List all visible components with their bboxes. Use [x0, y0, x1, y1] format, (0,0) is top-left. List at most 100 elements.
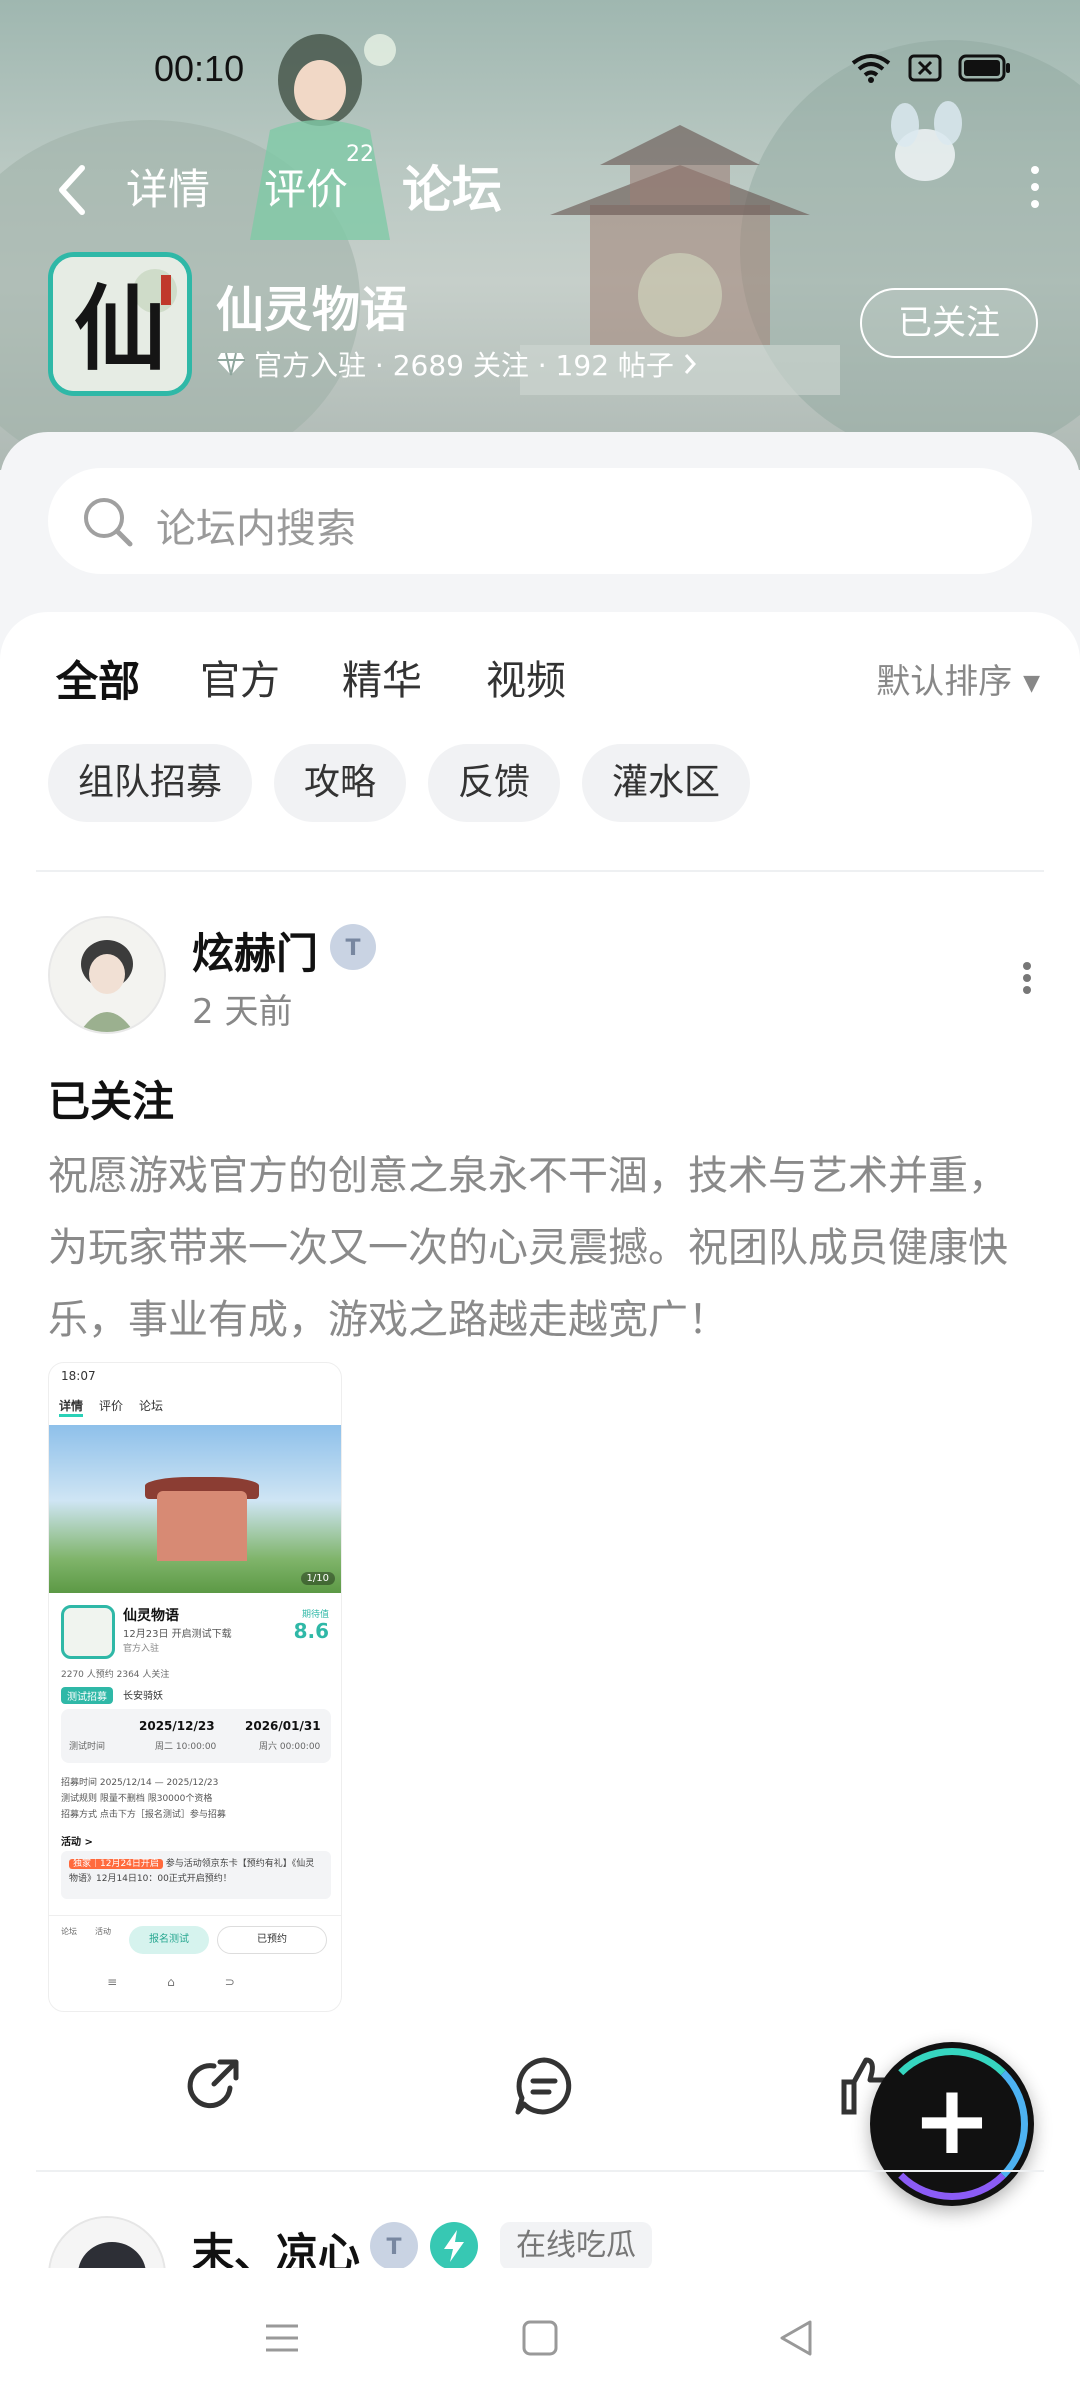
filter-tab-all[interactable]: 全部 — [56, 648, 141, 713]
thumb-activity-label: 活动 > — [61, 1837, 93, 1848]
thumb-nav: 详情 评价 论坛 — [59, 1397, 163, 1417]
caret-down-icon: ▼ — [1023, 671, 1040, 696]
tab-detail[interactable]: 详情 — [126, 156, 210, 217]
back-arrow-icon[interactable] — [52, 160, 92, 220]
sort-label: 默认排序 — [876, 662, 1013, 702]
svg-text:T: T — [386, 2235, 401, 2260]
filter-tab-featured[interactable]: 精华 — [342, 648, 422, 706]
chip-feedback[interactable]: 反馈 — [428, 744, 561, 822]
post-more-icon[interactable] — [1020, 960, 1034, 996]
thumb-row: 测试规则 限量不删档 限30000个资格 — [61, 1794, 213, 1804]
avatar[interactable] — [48, 916, 166, 1034]
tab-review-label: 评价 — [264, 165, 349, 214]
sort-dropdown[interactable]: 默认排序 ▼ — [876, 654, 1040, 703]
game-info-bar: 仙 仙灵物语 官方入驻 · 2689 关注 · 192 帖子 已关注 — [48, 252, 1038, 402]
chevron-right-icon — [684, 354, 696, 374]
svg-text:仙: 仙 — [74, 275, 166, 383]
level-badge-icon: T — [370, 2222, 418, 2270]
battery-icon — [958, 54, 1010, 82]
status-time: 00:10 — [154, 48, 245, 89]
user-title-tag: 在线吃瓜 — [500, 2222, 652, 2270]
thumb-reserved-button: 已预约 — [217, 1926, 327, 1954]
thumb-test-time-label: 测试时间 — [69, 1742, 106, 1752]
post-body[interactable]: 祝愿游戏官方的创意之泉永不干涸，技术与艺术并重，为玩家带来一次又一次的心灵震撼。… — [48, 1140, 1028, 1356]
thumb-tab-review: 评价 — [99, 1399, 124, 1413]
review-count-badge: 22 — [346, 142, 375, 167]
thumb-tab-forum: 论坛 — [139, 1399, 164, 1413]
thumb-start-date: 2025/12/23 — [139, 1719, 215, 1733]
post-time: 2 天前 — [192, 992, 293, 1032]
thumb-row: 招募方式 点击下方［报名测试］参与招募 — [61, 1810, 226, 1820]
thumb-signup-button: 报名测试 — [129, 1926, 209, 1954]
thumb-tab-detail: 详情 — [59, 1397, 84, 1417]
chip-guide[interactable]: 攻略 — [274, 744, 407, 822]
thumb-bottom-activity: 活动 — [95, 1927, 111, 1936]
avatar-image — [50, 918, 164, 1032]
thumb-official: 官方入驻 — [123, 1644, 160, 1654]
thumb-event: 独家｜12月24日开启 参与活动领京东卡【预约有礼】《仙灵物语》12月14日10… — [61, 1851, 331, 1899]
thumb-counts: 2270 人预约 2364 人关注 — [61, 1670, 170, 1680]
post-image-thumbnail[interactable]: 18:07 详情 评价 论坛 1/10 仙灵物语 12月23日 开启测试下载 官… — [48, 1362, 342, 2012]
system-navigation-bar — [0, 2268, 1080, 2400]
thumb-event-hot: 独家｜12月24日开启 — [69, 1859, 163, 1869]
thumb-banner: 1/10 — [49, 1425, 341, 1593]
divider — [36, 2170, 1044, 2172]
thumb-test-name: 长安骑妖 — [123, 1691, 163, 1702]
create-post-button[interactable]: + — [870, 2042, 1034, 2206]
thumb-end-time: 周六 00:00:00 — [259, 1742, 321, 1752]
thumb-score: 8.6 — [293, 1619, 329, 1643]
share-icon[interactable] — [180, 2054, 244, 2118]
wifi-icon — [851, 54, 891, 83]
plus-icon: + — [911, 2064, 993, 2176]
search-icon — [84, 498, 133, 547]
divider — [36, 870, 1044, 872]
forum-search-input[interactable]: 论坛内搜索 — [48, 468, 1032, 574]
search-placeholder: 论坛内搜索 — [156, 506, 356, 552]
status-icons — [850, 52, 1012, 84]
game-app-icon[interactable]: 仙 — [48, 252, 192, 396]
menu-icon[interactable] — [258, 2314, 306, 2362]
forum-filter-tabs: 全部 官方 精华 视频 默认排序 ▼ — [0, 640, 1080, 720]
svg-text:T: T — [345, 936, 360, 961]
game-meta-text: 官方入驻 · 2689 关注 · 192 帖子 — [254, 349, 674, 382]
more-vertical-icon[interactable] — [1026, 162, 1044, 212]
thumb-start-time: 周二 10:00:00 — [155, 1742, 217, 1752]
category-chips: 组队招募 攻略 反馈 灌水区 — [48, 744, 751, 822]
filter-tab-all-label: 全部 — [56, 657, 141, 706]
thumb-date-line: 12月23日 开启测试下载 — [123, 1629, 232, 1640]
thumb-temple — [157, 1491, 247, 1561]
thumb-row: 招募时间 2025/12/14 — 2025/12/23 — [61, 1778, 219, 1788]
thumb-game-icon — [61, 1605, 115, 1659]
game-logo-icon: 仙 — [53, 257, 187, 391]
tab-forum-label: 论坛 — [402, 161, 502, 219]
thumb-status-time: 18:07 — [61, 1369, 96, 1383]
post-title[interactable]: 已关注 — [48, 1068, 174, 1129]
chip-chitchat[interactable]: 灌水区 — [582, 744, 751, 822]
comment-icon[interactable] — [512, 2054, 576, 2118]
level-badge-icon: T — [330, 924, 376, 970]
diamond-verified-icon — [217, 352, 245, 376]
game-name: 仙灵物语 — [216, 282, 409, 338]
thumb-bottom-bar: 论坛 活动 报名测试 已预约 — [49, 1915, 341, 1961]
thumb-test-tag: 测试招募 — [61, 1687, 113, 1704]
thumb-end-date: 2026/01/31 — [245, 1719, 321, 1733]
status-bar: 00:10 — [0, 40, 1080, 100]
top-navigation: 详情 评价 22 论坛 — [0, 142, 1080, 230]
filter-tab-official[interactable]: 官方 — [200, 648, 280, 706]
game-meta[interactable]: 官方入驻 · 2689 关注 · 192 帖子 — [216, 344, 698, 384]
thumb-game-name: 仙灵物语 — [123, 1608, 179, 1624]
home-icon[interactable] — [516, 2314, 564, 2362]
filter-tab-video[interactable]: 视频 — [486, 648, 566, 706]
lightning-badge-icon — [430, 2222, 478, 2270]
tab-review[interactable]: 评价 22 — [264, 142, 374, 217]
chip-team-recruit[interactable]: 组队招募 — [48, 744, 253, 822]
post-username[interactable]: 炫赫门 — [192, 920, 318, 981]
sim-off-icon — [908, 54, 942, 82]
thumb-test-box: 测试时间 2025/12/23 周二 10:00:00 2026/01/31 周… — [61, 1709, 331, 1763]
thumb-page-indicator: 1/10 — [300, 1572, 335, 1585]
follow-button[interactable]: 已关注 — [860, 288, 1038, 358]
tab-forum[interactable]: 论坛 — [402, 150, 502, 224]
thumb-bottom-forum: 论坛 — [61, 1927, 77, 1936]
back-icon[interactable] — [772, 2314, 820, 2362]
thumb-system-nav: ≡⌂⊃ — [107, 1975, 285, 1989]
